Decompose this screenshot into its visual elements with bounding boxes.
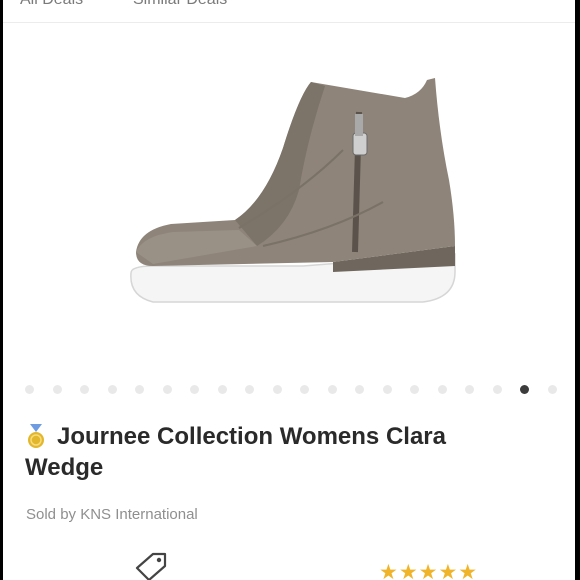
image-pagination[interactable]	[25, 382, 565, 396]
product-title-line1: Journee Collection Womens Clara	[57, 423, 446, 450]
pagination-dot[interactable]	[410, 385, 419, 394]
pagination-dot[interactable]	[25, 385, 34, 394]
product-screen: All Deals Similar Deals	[3, 0, 575, 580]
pagination-dot[interactable]	[107, 385, 117, 394]
pagination-dot[interactable]	[300, 385, 309, 394]
product-image[interactable]	[3, 40, 575, 340]
pagination-dot[interactable]	[217, 385, 227, 394]
tab-all-deals[interactable]: All Deals	[20, 0, 83, 9]
medal-icon	[28, 424, 44, 448]
pagination-dot-active[interactable]	[520, 385, 529, 394]
shoe-image	[130, 78, 456, 303]
pagination-dot[interactable]	[245, 385, 254, 394]
tab-similar-deals[interactable]: Similar Deals	[133, 0, 227, 9]
pagination-dot[interactable]	[382, 385, 392, 394]
pagination-dot[interactable]	[465, 385, 474, 394]
pagination-dot[interactable]	[547, 385, 557, 394]
seller-label: Sold by KNS International	[26, 506, 198, 523]
price-tag-icon[interactable]	[131, 550, 171, 580]
pagination-dot[interactable]	[190, 385, 199, 394]
pagination-dot[interactable]	[492, 385, 502, 394]
pagination-dot[interactable]	[162, 385, 172, 394]
pagination-dot[interactable]	[437, 385, 447, 394]
product-title-line2: Wedge	[25, 454, 104, 481]
product-title: Journee Collection Womens Clara Wedge	[25, 421, 547, 483]
pagination-dot[interactable]	[135, 385, 144, 394]
pagination-dot[interactable]	[80, 385, 89, 394]
deal-tabs: All Deals Similar Deals	[3, 0, 575, 23]
pagination-dot[interactable]	[355, 385, 364, 394]
pagination-dot[interactable]	[327, 385, 337, 394]
rating-stars: ★★★★★	[379, 561, 479, 580]
pagination-dot[interactable]	[52, 385, 62, 394]
pagination-dot[interactable]	[272, 385, 282, 394]
